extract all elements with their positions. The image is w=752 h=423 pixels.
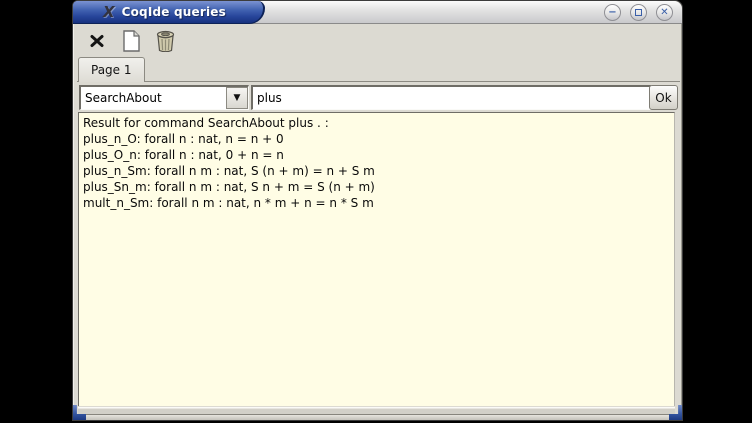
chevron-down-icon: ▼ (234, 93, 241, 103)
notebook-tabstrip: Page 1 (77, 56, 680, 82)
tabstrip-divider (77, 81, 680, 82)
close-query-button[interactable] (85, 29, 109, 53)
maximize-button[interactable] (630, 4, 647, 21)
coqide-queries-window: X CoqIde queries − ✕ (72, 0, 683, 421)
result-line: plus_Sn_m: forall n m : nat, S n + m = S… (83, 179, 674, 195)
x11-icon: X (103, 3, 115, 21)
query-row: SearchAbout ▼ Ok (79, 85, 678, 111)
minimize-button[interactable]: − (604, 4, 621, 21)
result-line: plus_O_n: forall n : nat, 0 + n = n (83, 147, 674, 163)
results-pane[interactable]: Result for command SearchAbout plus . : … (78, 112, 675, 406)
result-line: plus_n_Sm: forall n m : nat, S (n + m) =… (83, 163, 674, 179)
command-combobox[interactable]: SearchAbout ▼ (79, 85, 249, 110)
result-header-line: Result for command SearchAbout plus . : (83, 115, 674, 131)
trash-icon (155, 30, 176, 52)
result-line: mult_n_Sm: forall n m : nat, n * m + n =… (83, 195, 674, 211)
command-combobox-value: SearchAbout (81, 91, 226, 105)
titlebar-title-area: X CoqIde queries (73, 1, 265, 24)
close-button[interactable]: ✕ (656, 4, 673, 21)
query-input[interactable] (251, 85, 651, 110)
new-page-button[interactable] (119, 29, 143, 53)
delete-page-button[interactable] (153, 29, 177, 53)
ok-button[interactable]: Ok (649, 85, 678, 110)
result-line: plus_n_O: forall n : nat, n = n + 0 (83, 131, 674, 147)
window-bottom-frame[interactable] (73, 414, 682, 420)
maximize-icon (635, 9, 642, 16)
combobox-dropdown-button[interactable]: ▼ (226, 87, 248, 109)
tab-page-1[interactable]: Page 1 (78, 57, 145, 82)
close-icon: ✕ (660, 8, 668, 18)
window-title: CoqIde queries (122, 5, 226, 19)
titlebar[interactable]: X CoqIde queries − ✕ (73, 1, 682, 24)
close-x-icon (89, 33, 105, 49)
tab-label: Page 1 (91, 63, 132, 77)
toolbar (77, 25, 680, 56)
new-page-icon (122, 30, 141, 52)
minimize-icon: − (608, 8, 616, 18)
